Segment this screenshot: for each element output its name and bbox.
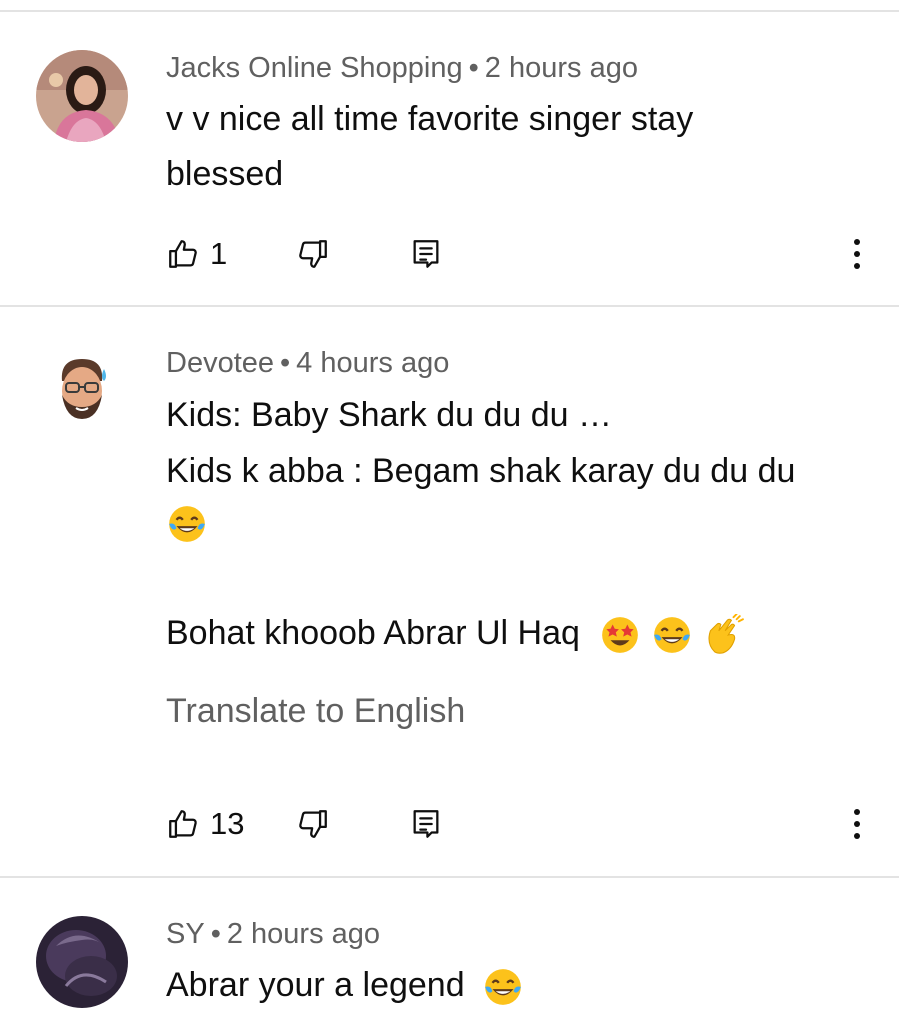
comment-text-line-2: Kids k abba : Begam shak karay du du du — [166, 452, 796, 490]
star-struck-emoji — [602, 617, 639, 653]
separator-dot: • — [468, 52, 479, 84]
like-button[interactable]: 13 — [166, 804, 244, 844]
timestamp: 2 hours ago — [226, 918, 381, 950]
translate-link[interactable]: Translate to English — [166, 692, 465, 731]
timestamp: 2 hours ago — [484, 52, 638, 84]
comment-text: Bohat khooob Abrar Ul Haq — [166, 614, 580, 652]
comment-meta: Jacks Online Shopping • 2 hours ago — [166, 52, 638, 85]
dislike-icon — [299, 240, 327, 268]
clapping-hands-emoji — [708, 614, 745, 654]
reply-button[interactable] — [410, 234, 442, 274]
like-button[interactable]: 1 — [166, 234, 227, 274]
reply-icon — [413, 240, 439, 268]
author-name[interactable]: Jacks Online Shopping — [166, 52, 463, 84]
more-vert-icon[interactable] — [846, 234, 868, 274]
like-count: 1 — [210, 236, 228, 271]
top-divider — [0, 10, 899, 12]
comment-meta: Devotee • 4 hours ago — [166, 347, 449, 380]
comment-text-line-1: v v nice all time favorite singer stay — [166, 100, 694, 138]
tears-of-joy-emoji — [485, 969, 521, 1005]
dislike-icon — [299, 810, 327, 838]
comment-actions: 13 — [0, 804, 899, 844]
separator-dot: • — [210, 918, 221, 950]
like-icon — [169, 240, 197, 268]
comment-meta: SY • 2 hours ago — [166, 918, 380, 951]
comment-divider — [0, 876, 899, 878]
avatar[interactable] — [36, 50, 128, 142]
avatar[interactable] — [36, 916, 128, 1008]
emoji-line — [166, 503, 208, 545]
like-count: 13 — [210, 806, 245, 841]
author-name[interactable]: SY — [166, 918, 205, 950]
comment-text-line-2: blessed — [166, 155, 284, 193]
comment-divider — [0, 305, 899, 307]
like-icon — [169, 810, 197, 838]
comment-text-line-1: Abrar your a legend — [166, 966, 524, 1008]
separator-dot: • — [280, 347, 291, 379]
comment-text-line-3: Bohat khooob Abrar Ul Haq — [166, 614, 745, 656]
dislike-button[interactable] — [296, 804, 330, 844]
avatar[interactable] — [36, 345, 128, 437]
timestamp: 4 hours ago — [296, 347, 450, 379]
more-vert-icon[interactable] — [846, 804, 868, 844]
tears-of-joy-emoji — [653, 617, 690, 653]
reply-icon — [413, 810, 439, 838]
comment-text: Abrar your a legend — [166, 966, 465, 1004]
author-name[interactable]: Devotee — [166, 347, 274, 379]
comment-actions: 1 — [0, 234, 899, 274]
reply-button[interactable] — [410, 804, 442, 844]
dislike-button[interactable] — [296, 234, 330, 274]
comment-text-line-1: Kids: Baby Shark du du du … — [166, 396, 613, 434]
tears-of-joy-emoji — [169, 506, 205, 542]
